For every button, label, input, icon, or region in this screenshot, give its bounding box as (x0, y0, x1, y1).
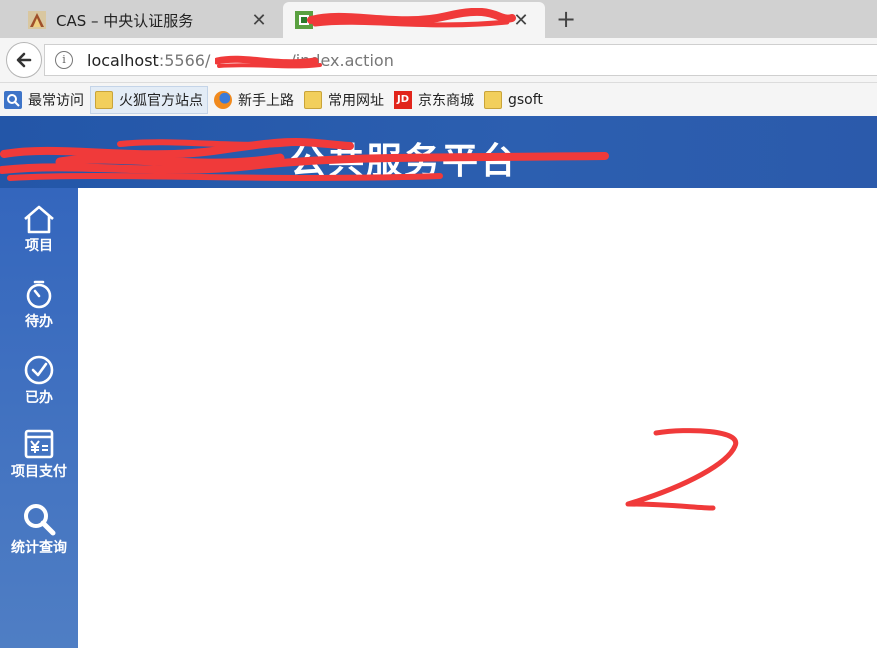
cas-favicon-icon (28, 11, 46, 29)
sidebar-item-label: 已办 (25, 390, 53, 406)
bookmark-label: 火狐官方站点 (119, 92, 203, 109)
timer-icon (26, 280, 52, 309)
bookmark-label: 京东商城 (418, 92, 474, 109)
search-icon (4, 90, 22, 109)
new-tab-button[interactable]: + (553, 5, 579, 33)
bookmark-label: 新手上路 (238, 92, 294, 109)
bookmark-common-sites[interactable]: 常用网址 (300, 86, 388, 114)
search-icon (24, 504, 56, 536)
app-header: 公共服务平台 (0, 116, 877, 188)
sidebar: 项目 待办 已办 项目支付 统计查询 (0, 188, 78, 648)
back-arrow-icon (16, 52, 32, 68)
sidebar-item-label: 项目支付 (11, 464, 67, 480)
back-button[interactable] (6, 42, 42, 78)
tab-label: CAS – 中央认证服务 (56, 11, 194, 30)
url-host: localhost (87, 50, 159, 70)
jd-icon: JD (394, 90, 412, 109)
bookmarks-bar: 最常访问 火狐官方站点 新手上路 常用网址 JD 京东商城 gsoft (0, 83, 877, 116)
tab-cas[interactable]: CAS – 中央认证服务 ✕ (0, 2, 283, 38)
bookmark-label: gsoft (508, 91, 543, 108)
sidebar-item-done[interactable]: 已办 (0, 352, 78, 424)
main-content (78, 188, 877, 648)
folder-icon (95, 90, 113, 109)
bookmark-label: 常用网址 (328, 92, 384, 109)
firefox-icon (214, 90, 232, 109)
bookmark-getting-started[interactable]: 新手上路 (210, 86, 298, 114)
url-bar[interactable]: i localhost:5566//index.action (44, 44, 877, 76)
close-tab-icon[interactable]: ✕ (249, 10, 269, 31)
sidebar-item-statistics[interactable]: 统计查询 (0, 500, 78, 572)
folder-icon (304, 90, 322, 109)
info-icon[interactable]: i (55, 51, 73, 69)
bookmark-firefox-site[interactable]: 火狐官方站点 (90, 85, 208, 114)
sidebar-item-label: 待办 (25, 314, 53, 330)
redaction-scribble (307, 8, 516, 28)
annotation-number-2 (625, 428, 739, 511)
url-redaction-scribble (215, 55, 322, 69)
tab-strip: CAS – 中央认证服务 ✕ ✕ + (0, 0, 877, 38)
url-port: :5566/ (158, 50, 211, 70)
payment-icon (24, 429, 54, 459)
home-icon (24, 205, 54, 234)
tab-current[interactable]: ✕ (283, 2, 545, 38)
sidebar-item-label: 项目 (25, 238, 53, 254)
bookmark-most-visited[interactable]: 最常访问 (0, 86, 88, 114)
check-circle-icon (24, 355, 54, 385)
bookmark-gsoft[interactable]: gsoft (480, 86, 547, 114)
bookmark-label: 最常访问 (28, 92, 84, 109)
sidebar-item-todo[interactable]: 待办 (0, 278, 78, 350)
sidebar-item-project[interactable]: 项目 (0, 202, 78, 274)
sidebar-item-payment[interactable]: 项目支付 (0, 426, 78, 498)
navigation-bar: i localhost:5566//index.action (0, 38, 877, 83)
title-redaction-scribble (0, 138, 609, 181)
folder-icon (484, 90, 502, 109)
sidebar-item-label: 统计查询 (11, 540, 67, 556)
bookmark-jd[interactable]: JD 京东商城 (390, 86, 478, 114)
